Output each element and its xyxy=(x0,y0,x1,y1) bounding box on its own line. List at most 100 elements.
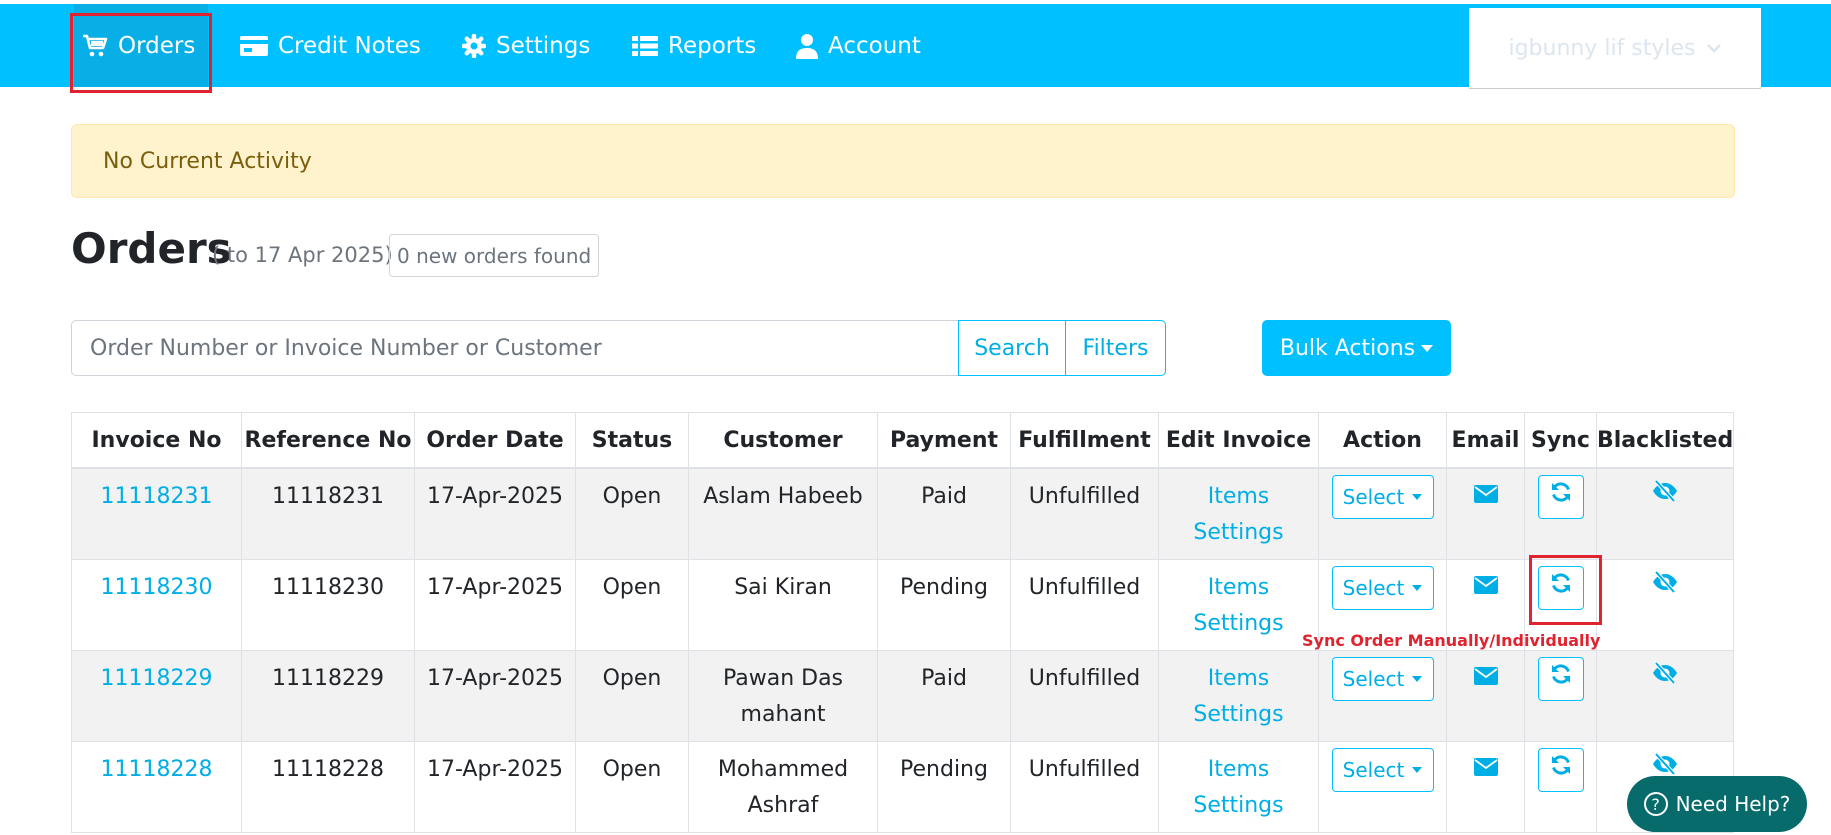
column-header: Order Date xyxy=(414,412,576,469)
payment-cell: Paid xyxy=(877,649,1011,742)
customer-cell: Pawan Das mahant xyxy=(688,649,878,742)
question-icon: ? xyxy=(1643,792,1668,816)
action-select-button[interactable]: Select xyxy=(1331,565,1434,610)
fulfillment-cell: Unfulfilled xyxy=(1010,558,1159,651)
fulfillment-cell: Unfulfilled xyxy=(1010,467,1159,560)
edit-invoice-cell: Items Settings xyxy=(1158,558,1319,651)
shop-dropdown[interactable]: igbunny lif styles xyxy=(1469,8,1761,89)
nav-reports[interactable]: Reports xyxy=(632,4,756,87)
new-orders-badge: 0 new orders found xyxy=(389,234,600,277)
sync-button[interactable] xyxy=(1537,747,1584,792)
column-header: Reference No xyxy=(241,412,415,469)
date-range: ( to 17 Apr 2025) xyxy=(212,243,393,267)
list-icon xyxy=(632,35,658,57)
action-cell: Select xyxy=(1318,649,1447,742)
sync-annotation: Sync Order Manually/Individually xyxy=(1302,631,1601,650)
envelope-icon[interactable] xyxy=(1473,666,1498,685)
table-row: 11118229 11118229 17-Apr-2025 Open Pawan… xyxy=(71,649,1735,742)
fulfillment-cell: Unfulfilled xyxy=(1010,740,1159,833)
column-header: Customer xyxy=(688,412,878,469)
nav-account[interactable]: Account xyxy=(796,4,921,87)
action-select-button[interactable]: Select xyxy=(1331,475,1434,519)
edit-settings-link[interactable]: Settings xyxy=(1159,606,1318,642)
need-help-label: Need Help? xyxy=(1675,792,1791,816)
bulk-actions-button[interactable]: Bulk Actions xyxy=(1262,320,1451,376)
filters-button[interactable]: Filters xyxy=(1065,320,1166,376)
reference-cell: 11118229 xyxy=(241,649,415,742)
sync-button-highlight xyxy=(1529,555,1602,625)
credit-card-icon xyxy=(240,35,268,57)
table-header-row: Invoice No Reference No Order Date Statu… xyxy=(71,412,1735,469)
edit-items-link[interactable]: Items xyxy=(1159,570,1318,606)
reference-cell: 11118228 xyxy=(241,740,415,833)
envelope-icon[interactable] xyxy=(1473,575,1498,594)
action-cell: Select xyxy=(1318,740,1447,833)
action-select-label: Select xyxy=(1342,757,1405,782)
date-cell: 17-Apr-2025 xyxy=(414,558,576,651)
search-button[interactable]: Search xyxy=(958,320,1066,376)
edit-items-link[interactable]: Items xyxy=(1159,661,1318,697)
action-select-label: Select xyxy=(1342,575,1405,600)
envelope-icon[interactable] xyxy=(1473,485,1498,503)
action-select-label: Select xyxy=(1342,666,1405,691)
nav-credit-notes[interactable]: Credit Notes xyxy=(240,4,421,87)
edit-invoice-cell: Items Settings xyxy=(1158,740,1319,833)
column-header: Invoice No xyxy=(71,412,242,469)
invoice-cell: 11118231 xyxy=(71,467,242,560)
column-header: Blacklisted xyxy=(1595,412,1735,469)
column-header: Email xyxy=(1446,412,1525,469)
date-cell: 17-Apr-2025 xyxy=(414,740,576,833)
eye-slash-icon[interactable] xyxy=(1651,661,1679,685)
sync-button[interactable] xyxy=(1537,656,1584,701)
envelope-icon[interactable] xyxy=(1473,757,1498,776)
date-cell: 17-Apr-2025 xyxy=(414,467,576,560)
activity-alert: No Current Activity xyxy=(71,124,1735,198)
edit-settings-link[interactable]: Settings xyxy=(1159,515,1318,551)
eye-slash-icon[interactable] xyxy=(1651,752,1679,776)
caret-down-icon xyxy=(1412,494,1423,500)
invoice-cell: 11118228 xyxy=(71,740,242,833)
action-cell: Select xyxy=(1318,467,1447,560)
status-cell: Open xyxy=(575,649,689,742)
edit-settings-link[interactable]: Settings xyxy=(1159,788,1318,824)
caret-down-icon xyxy=(1412,584,1423,591)
table-row: 11118231 11118231 17-Apr-2025 Open Aslam… xyxy=(71,467,1735,560)
edit-settings-link[interactable]: Settings xyxy=(1159,697,1318,733)
refresh-icon xyxy=(1550,661,1572,697)
invoice-link[interactable]: 11118230 xyxy=(101,575,213,600)
shop-name: igbunny lif styles xyxy=(1508,35,1696,61)
customer-cell: Mohammed Ashraf xyxy=(688,740,878,833)
page-title: Orders xyxy=(71,224,232,273)
action-select-button[interactable]: Select xyxy=(1331,747,1434,792)
eye-slash-icon[interactable] xyxy=(1651,570,1679,594)
bulk-actions-label: Bulk Actions xyxy=(1279,335,1416,361)
email-cell xyxy=(1446,740,1525,833)
customer-cell: Aslam Habeeb xyxy=(688,467,878,560)
sync-cell xyxy=(1524,467,1597,560)
invoice-link[interactable]: 11118231 xyxy=(101,484,213,509)
payment-cell: Pending xyxy=(877,740,1011,833)
activity-alert-text: No Current Activity xyxy=(103,148,312,174)
sync-cell xyxy=(1524,740,1597,833)
edit-invoice-cell: Items Settings xyxy=(1158,467,1319,560)
edit-items-link[interactable]: Items xyxy=(1159,479,1318,515)
caret-down-icon xyxy=(1421,344,1434,352)
blacklisted-cell xyxy=(1595,467,1735,560)
nav-account-label: Account xyxy=(828,32,921,59)
email-cell xyxy=(1446,467,1525,560)
action-select-button[interactable]: Select xyxy=(1331,656,1434,701)
nav-settings[interactable]: Settings xyxy=(462,4,590,87)
search-input[interactable] xyxy=(71,320,959,376)
invoice-link[interactable]: 11118228 xyxy=(101,757,213,782)
orders-table: Invoice No Reference No Order Date Statu… xyxy=(71,412,1735,833)
reference-cell: 11118231 xyxy=(241,467,415,560)
payment-cell: Pending xyxy=(877,558,1011,651)
invoice-link[interactable]: 11118229 xyxy=(101,666,213,691)
sync-button[interactable] xyxy=(1537,475,1584,519)
nav-credit-notes-label: Credit Notes xyxy=(278,32,421,59)
invoice-cell: 11118229 xyxy=(71,649,242,742)
need-help-button[interactable]: ? Need Help? xyxy=(1627,776,1807,832)
eye-slash-icon[interactable] xyxy=(1651,479,1679,503)
edit-items-link[interactable]: Items xyxy=(1159,752,1318,788)
sync-cell xyxy=(1524,649,1597,742)
